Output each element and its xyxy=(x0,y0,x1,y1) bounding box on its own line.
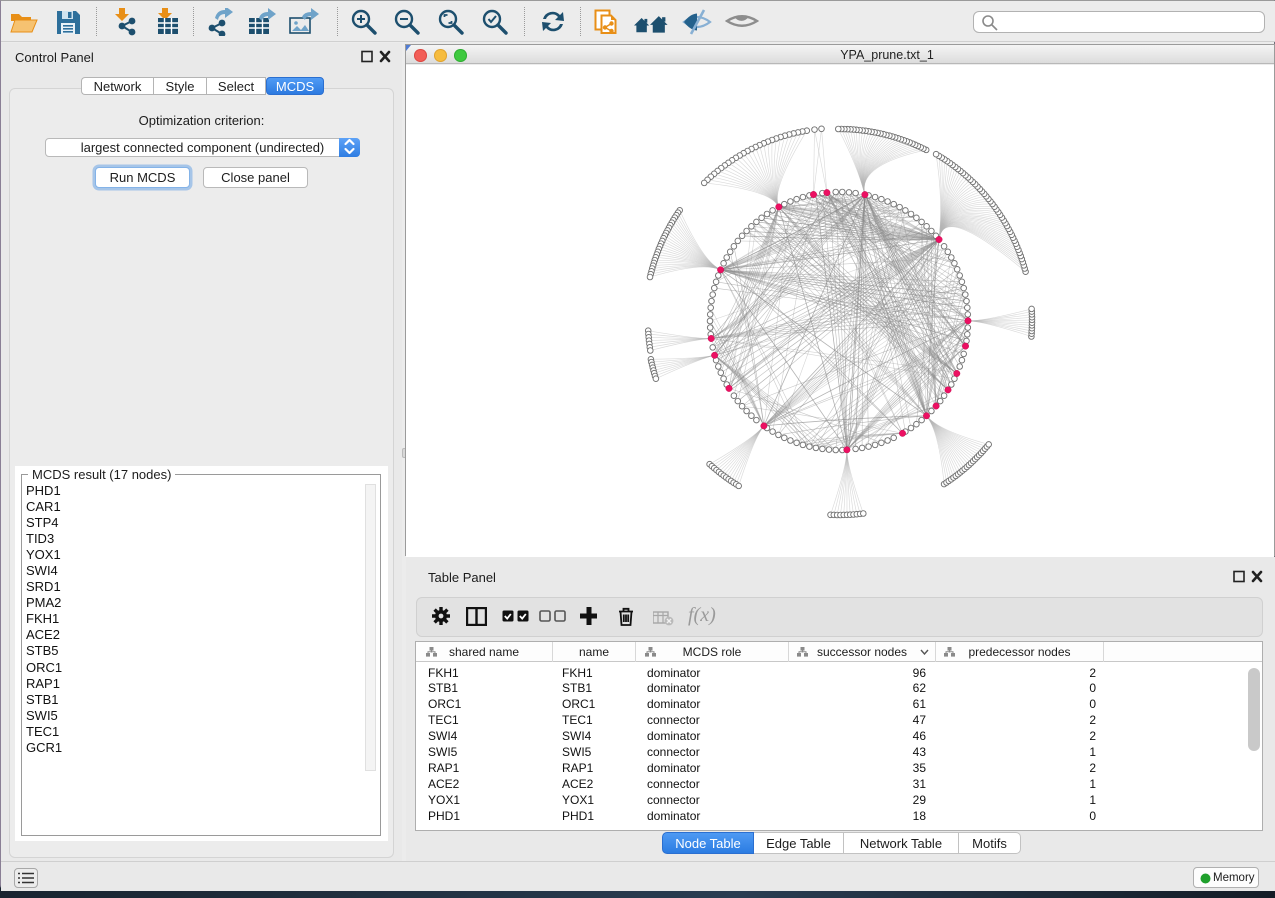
svg-text:f(x): f(x) xyxy=(688,605,716,626)
